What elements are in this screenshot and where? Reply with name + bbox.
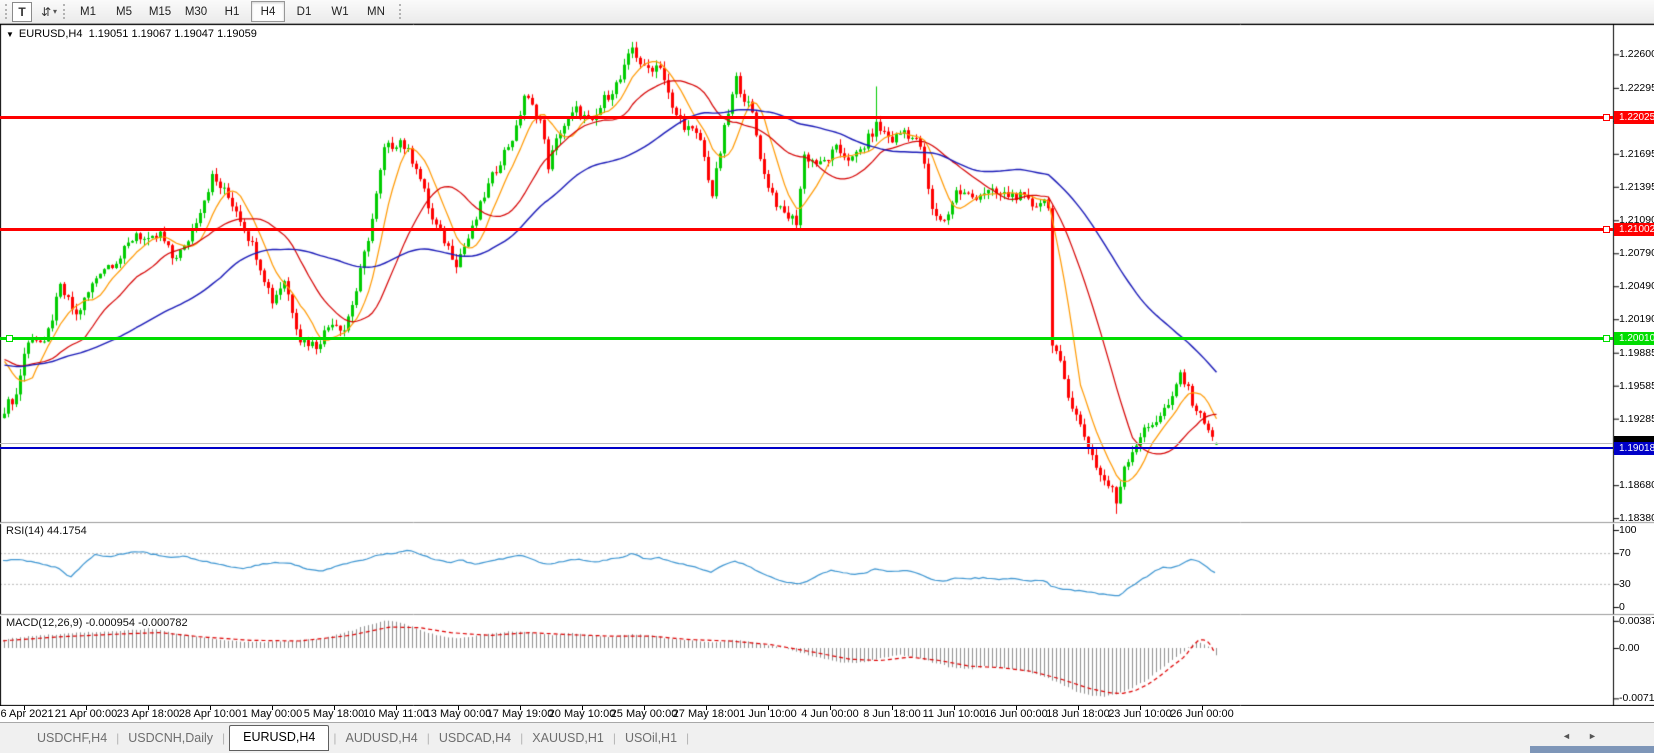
macd-tick-label: 0.00 [1619, 642, 1640, 654]
price-tick-label: 1.19285 [1619, 412, 1654, 425]
rsi-tick-label: 30 [1619, 577, 1631, 590]
price-tick-label: 1.20490 [1619, 280, 1654, 293]
tab-separator: | [222, 731, 226, 745]
chart-tab-eurusd-h4[interactable]: EURUSD,H4 [229, 725, 330, 751]
toolbar-grip [5, 4, 7, 19]
timeframe-button-m30[interactable]: M30 [179, 1, 213, 22]
rsi-indicator-label: RSI(14) 44.1754 [6, 525, 87, 537]
ohlc-low: 1.19047 [174, 28, 215, 40]
chart-tab-audusd-h4[interactable]: AUDUSD,H4 [337, 728, 427, 748]
macd-indicator-label: MACD(12,26,9) -0.000954 -0.000782 [6, 617, 188, 629]
timeframe-button-m5[interactable]: M5 [107, 1, 141, 22]
price-tick-label: 1.19585 [1619, 379, 1654, 392]
timeframe-button-m1[interactable]: M1 [71, 1, 105, 22]
time-axis-label: 1 Jun 10:00 [739, 708, 797, 720]
tab-scroll-left-icon[interactable]: ◄ [1562, 731, 1571, 741]
price-tick-label: 1.21695 [1619, 147, 1654, 160]
timeframe-button-d1[interactable]: D1 [287, 1, 321, 22]
horizontal-line-1.21002[interactable] [0, 228, 1613, 232]
time-axis-label: 5 May 18:00 [303, 708, 365, 720]
horizontal-line-1.20010[interactable] [0, 337, 1613, 341]
line-handle-right[interactable] [1603, 334, 1610, 342]
chart-tab-usoil-h1[interactable]: USOil,H1 [616, 728, 686, 748]
time-axis-label: 1 May 00:00 [241, 708, 303, 720]
timeframe-button-m15[interactable]: M15 [143, 1, 177, 22]
price-tick-label: 1.20790 [1619, 247, 1654, 260]
text-tool-button[interactable]: T [12, 1, 32, 22]
time-axis-label: 23 Jun 10:00 [1108, 708, 1172, 720]
collapse-arrow-icon[interactable]: ▼ [6, 30, 14, 39]
price-tick-label: 1.18680 [1619, 479, 1654, 492]
time-axis-label: 11 Jun 10:00 [922, 708, 986, 720]
toolbar-separator-2 [399, 4, 401, 19]
price-line-tag: 1.22025 [1614, 111, 1654, 125]
horizontal-line-1.19060[interactable] [0, 442, 1613, 444]
ohlc-high: 1.19067 [131, 28, 172, 40]
time-axis-label: 25 May 00:00 [610, 708, 678, 720]
tab-scroll-right-icon[interactable]: ► [1588, 731, 1597, 741]
price-tick-label: 1.22295 [1619, 81, 1654, 94]
timeframe-button-h4[interactable]: H4 [251, 1, 285, 22]
timeframe-button-mn[interactable]: MN [359, 1, 393, 22]
line-handle-left[interactable] [6, 334, 13, 342]
time-axis-label: 13 May 00:00 [424, 708, 492, 720]
rsi-tick-label: 100 [1619, 524, 1637, 536]
price-tick-label: 1.21395 [1619, 180, 1654, 193]
toolbar: T ⇵ ▾ M1 M5 M15 M30 H1 H4 D1 W1 MN [0, 0, 1654, 24]
tab-separator: | [686, 731, 690, 745]
object-tool-button[interactable]: ⇵ ▾ [40, 3, 58, 21]
mt4-window: T ⇵ ▾ M1 M5 M15 M30 H1 H4 D1 W1 MN ▼ EURUSD,H4 1.… [0, 0, 1654, 753]
horizontal-line-1.19018[interactable] [0, 447, 1613, 449]
time-axis-label: 4 Jun 00:00 [801, 708, 859, 720]
price-tick-label: 1.19885 [1619, 346, 1654, 359]
chart-tab-xauusd-h1[interactable]: XAUUSD,H1 [523, 728, 613, 748]
time-axis-label: 27 May 18:00 [672, 708, 740, 720]
rsi-tick-label: 0 [1619, 601, 1625, 613]
time-axis-label: 16 Jun 00:00 [984, 708, 1048, 720]
timeframe-button-w1[interactable]: W1 [323, 1, 357, 22]
price-tick-label: 1.22600 [1619, 48, 1654, 61]
arrows-icon: ⇵ [40, 4, 52, 19]
macd-tick-label: 0.003873 [1619, 614, 1654, 627]
price-line-tag: 1.21002 [1614, 223, 1654, 237]
time-axis[interactable]: 16 Apr 2021 21 Apr 00:00 23 Apr 18:00 28 Ap… [0, 706, 1654, 722]
line-handle-right[interactable] [1603, 225, 1610, 233]
chart-tab-usdchf-h4[interactable]: USDCHF,H4 [28, 728, 116, 748]
price-line-tag: 1.20010 [1614, 332, 1654, 346]
status-strip [1530, 746, 1654, 753]
price-tick-label: 1.20190 [1619, 313, 1654, 326]
time-axis-label: 10 May 11:00 [363, 708, 429, 720]
line-handle-right[interactable] [1603, 113, 1610, 121]
chart-tab-usdcad-h4[interactable]: USDCAD,H4 [430, 728, 520, 748]
time-axis-label: 28 Apr 10:00 [178, 708, 242, 720]
time-axis-label: 20 May 10:00 [548, 708, 616, 720]
time-axis-label: 16 Apr 2021 [0, 708, 54, 720]
time-axis-label: 18 Jun 18:00 [1046, 708, 1110, 720]
time-axis-label: 8 Jun 18:00 [863, 708, 921, 720]
price-chart-canvas[interactable] [0, 24, 1654, 706]
symbol-label: EURUSD,H4 [18, 28, 83, 40]
horizontal-line-1.22025[interactable] [0, 116, 1613, 120]
chart-title: ▼ EURUSD,H4 1.19051 1.19067 1.19047 1.190… [6, 28, 257, 40]
price-line-tag: 1.19018 [1614, 441, 1654, 455]
rsi-tick-label: 70 [1619, 547, 1631, 560]
chevron-down-icon: ▾ [53, 7, 58, 16]
macd-tick-label: -0.007195 [1619, 692, 1654, 705]
timeframe-toolbar: M1 M5 M15 M30 H1 H4 D1 W1 MN [70, 1, 394, 22]
ohlc-open: 1.19051 [88, 28, 129, 40]
toolbar-separator [63, 4, 65, 19]
chart-tabs-bar: ◄ ► USDCHF,H4 | USDCNH,Daily | EURUSD,H4 | AUD… [0, 722, 1654, 753]
time-axis-label: 21 Apr 00:00 [54, 708, 118, 720]
ohlc-close: 1.19059 [217, 28, 257, 40]
timeframe-button-h1[interactable]: H1 [215, 1, 249, 22]
time-axis-label: 26 Jun 00:00 [1170, 708, 1234, 720]
chart-tab-usdcnh-daily[interactable]: USDCNH,Daily [119, 728, 222, 748]
time-axis-label: 17 May 19:00 [486, 708, 554, 720]
time-axis-label: 23 Apr 18:00 [116, 708, 180, 720]
